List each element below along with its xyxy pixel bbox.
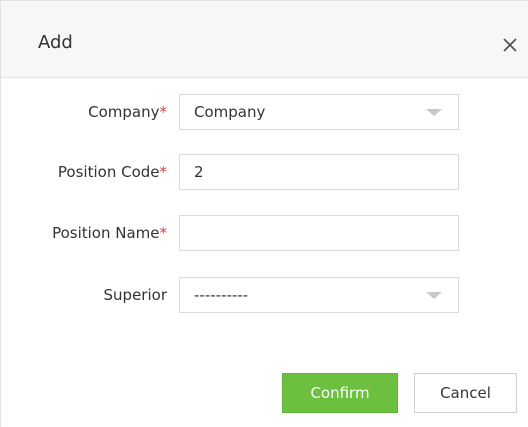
cancel-button[interactable]: Cancel	[414, 373, 517, 413]
close-icon[interactable]	[500, 35, 520, 55]
position-code-label: Position Code*	[57, 163, 168, 181]
position-code-input[interactable]	[179, 154, 459, 190]
superior-select[interactable]: ----------	[179, 277, 459, 313]
dialog-title: Add	[38, 32, 73, 53]
company-select-value: Company	[194, 103, 266, 121]
dialog-header: Add	[1, 1, 528, 78]
position-name-input[interactable]	[179, 215, 459, 251]
dropdown-caret-icon	[426, 109, 442, 116]
company-label: Company*	[88, 103, 168, 121]
required-mark: *	[159, 103, 168, 121]
dropdown-caret-icon	[426, 292, 442, 299]
superior-row: Superior ----------	[1, 277, 528, 313]
superior-select-value: ----------	[194, 286, 249, 304]
add-position-dialog: Add Company* Company Position Code* Posi…	[0, 0, 528, 427]
position-name-label: Position Name*	[52, 224, 168, 242]
required-mark: *	[159, 224, 168, 242]
required-mark: *	[159, 163, 168, 181]
superior-label: Superior	[103, 286, 167, 304]
confirm-button[interactable]: Confirm	[282, 373, 398, 413]
position-name-row: Position Name*	[1, 215, 528, 251]
position-code-row: Position Code*	[1, 154, 528, 190]
company-select[interactable]: Company	[179, 94, 459, 130]
company-row: Company* Company	[1, 94, 528, 130]
